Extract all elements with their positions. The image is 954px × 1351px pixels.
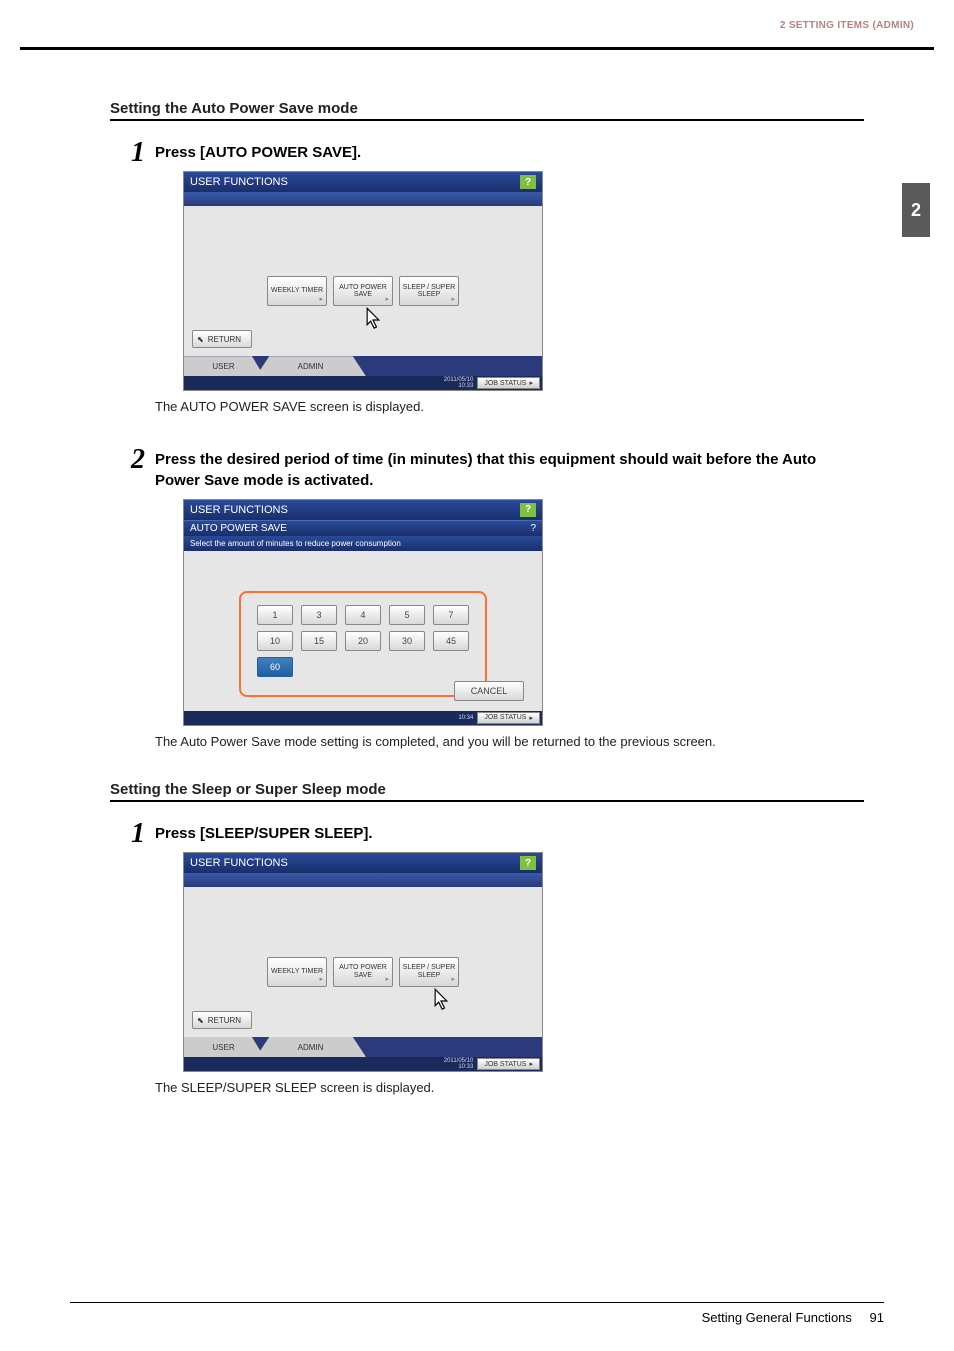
panel-title-text: USER FUNCTIONS: [190, 857, 288, 869]
weekly-timer-button[interactable]: WEEKLY TIMER▸: [267, 276, 327, 306]
cursor-icon: [359, 306, 387, 334]
minute-3[interactable]: 3: [301, 605, 337, 625]
panel-userfunctions-2: USER FUNCTIONS ? WEEKLY TIMER▸ AUTO POWE…: [183, 852, 543, 1072]
minute-7[interactable]: 7: [433, 605, 469, 625]
return-button[interactable]: ⬉RETURN: [192, 330, 252, 348]
footer-section: Setting General Functions: [702, 1310, 852, 1325]
s1-step2: 2 Press the desired period of time (in m…: [110, 446, 864, 771]
status-date: 2011/05/10 10:33: [444, 1058, 474, 1070]
job-status-button[interactable]: JOB STATUS▸: [477, 712, 540, 724]
section1-rule: [110, 119, 864, 121]
help-icon[interactable]: ?: [520, 503, 536, 517]
panel-sub-text: AUTO POWER SAVE: [190, 523, 287, 534]
footer-page: 91: [870, 1310, 884, 1325]
minute-60[interactable]: 60: [257, 657, 293, 677]
tab-user[interactable]: USER: [184, 356, 264, 376]
tab-user[interactable]: USER: [184, 1037, 264, 1057]
step1-note: The AUTO POWER SAVE screen is displayed.: [155, 399, 864, 414]
status-date: 2011/05/10 10:33: [444, 377, 474, 389]
help-icon[interactable]: ?: [520, 856, 536, 870]
step-number: 1: [131, 137, 145, 168]
minute-5[interactable]: 5: [389, 605, 425, 625]
step-title: Press the desired period of time (in min…: [155, 450, 864, 491]
footer-text: Setting General Functions 91: [702, 1310, 884, 1325]
panel-title-text: USER FUNCTIONS: [190, 504, 288, 516]
panel-autopowersave: USER FUNCTIONS ? AUTO POWER SAVE ? Selec…: [183, 499, 543, 726]
minute-45[interactable]: 45: [433, 631, 469, 651]
help-icon[interactable]: ?: [520, 175, 536, 189]
s1-step1: 1 Press [AUTO POWER SAVE]. USER FUNCTION…: [110, 139, 864, 436]
footer-rule: [70, 1302, 884, 1303]
minute-20[interactable]: 20: [345, 631, 381, 651]
weekly-timer-button[interactable]: WEEKLY TIMER▸: [267, 957, 327, 987]
top-rule: [20, 47, 934, 50]
auto-power-save-button[interactable]: AUTO POWER SAVE▸: [333, 957, 393, 987]
minute-15[interactable]: 15: [301, 631, 337, 651]
step-title: Press [AUTO POWER SAVE].: [155, 143, 864, 163]
section2-rule: [110, 800, 864, 802]
job-status-button[interactable]: JOB STATUS▸: [477, 377, 540, 389]
minute-30[interactable]: 30: [389, 631, 425, 651]
s2-step1: 1 Press [SLEEP/SUPER SLEEP]. USER FUNCTI…: [110, 820, 864, 1117]
minute-4[interactable]: 4: [345, 605, 381, 625]
panel-title-text: USER FUNCTIONS: [190, 176, 288, 188]
tab-admin[interactable]: ADMIN: [256, 1037, 366, 1057]
running-header: 2 SETTING ITEMS (ADMIN): [780, 20, 914, 31]
status-date: 10:34: [458, 715, 473, 721]
minute-10[interactable]: 10: [257, 631, 293, 651]
panel-userfunctions-1: USER FUNCTIONS ? WEEKLY TIMER▸ AUTO POWE…: [183, 171, 543, 391]
auto-power-save-button[interactable]: AUTO POWER SAVE▸: [333, 276, 393, 306]
step-number: 1: [131, 818, 145, 849]
tab-admin[interactable]: ADMIN: [256, 356, 366, 376]
instruction-bar: Select the amount of minutes to reduce p…: [184, 536, 542, 551]
sleep-super-sleep-button[interactable]: SLEEP / SUPER SLEEP▸: [399, 276, 459, 306]
help-icon[interactable]: ?: [530, 523, 536, 534]
cancel-button[interactable]: CANCEL: [454, 681, 524, 701]
step-title: Press [SLEEP/SUPER SLEEP].: [155, 824, 864, 844]
chapter-tab: 2: [902, 183, 930, 237]
step2-note: The Auto Power Save mode setting is comp…: [155, 734, 864, 749]
step-number: 2: [131, 444, 145, 475]
section1-title: Setting the Auto Power Save mode: [110, 100, 864, 117]
return-button[interactable]: ⬉RETURN: [192, 1011, 252, 1029]
minutes-group: 1 3 4 5 7 10 15 20 30 45: [239, 591, 487, 697]
cursor-icon: [427, 987, 455, 1015]
job-status-button[interactable]: JOB STATUS▸: [477, 1058, 540, 1070]
minute-1[interactable]: 1: [257, 605, 293, 625]
s2-step1-note: The SLEEP/SUPER SLEEP screen is displaye…: [155, 1080, 864, 1095]
sleep-super-sleep-button[interactable]: SLEEP / SUPER SLEEP▸: [399, 957, 459, 987]
section2-title: Setting the Sleep or Super Sleep mode: [110, 781, 864, 798]
